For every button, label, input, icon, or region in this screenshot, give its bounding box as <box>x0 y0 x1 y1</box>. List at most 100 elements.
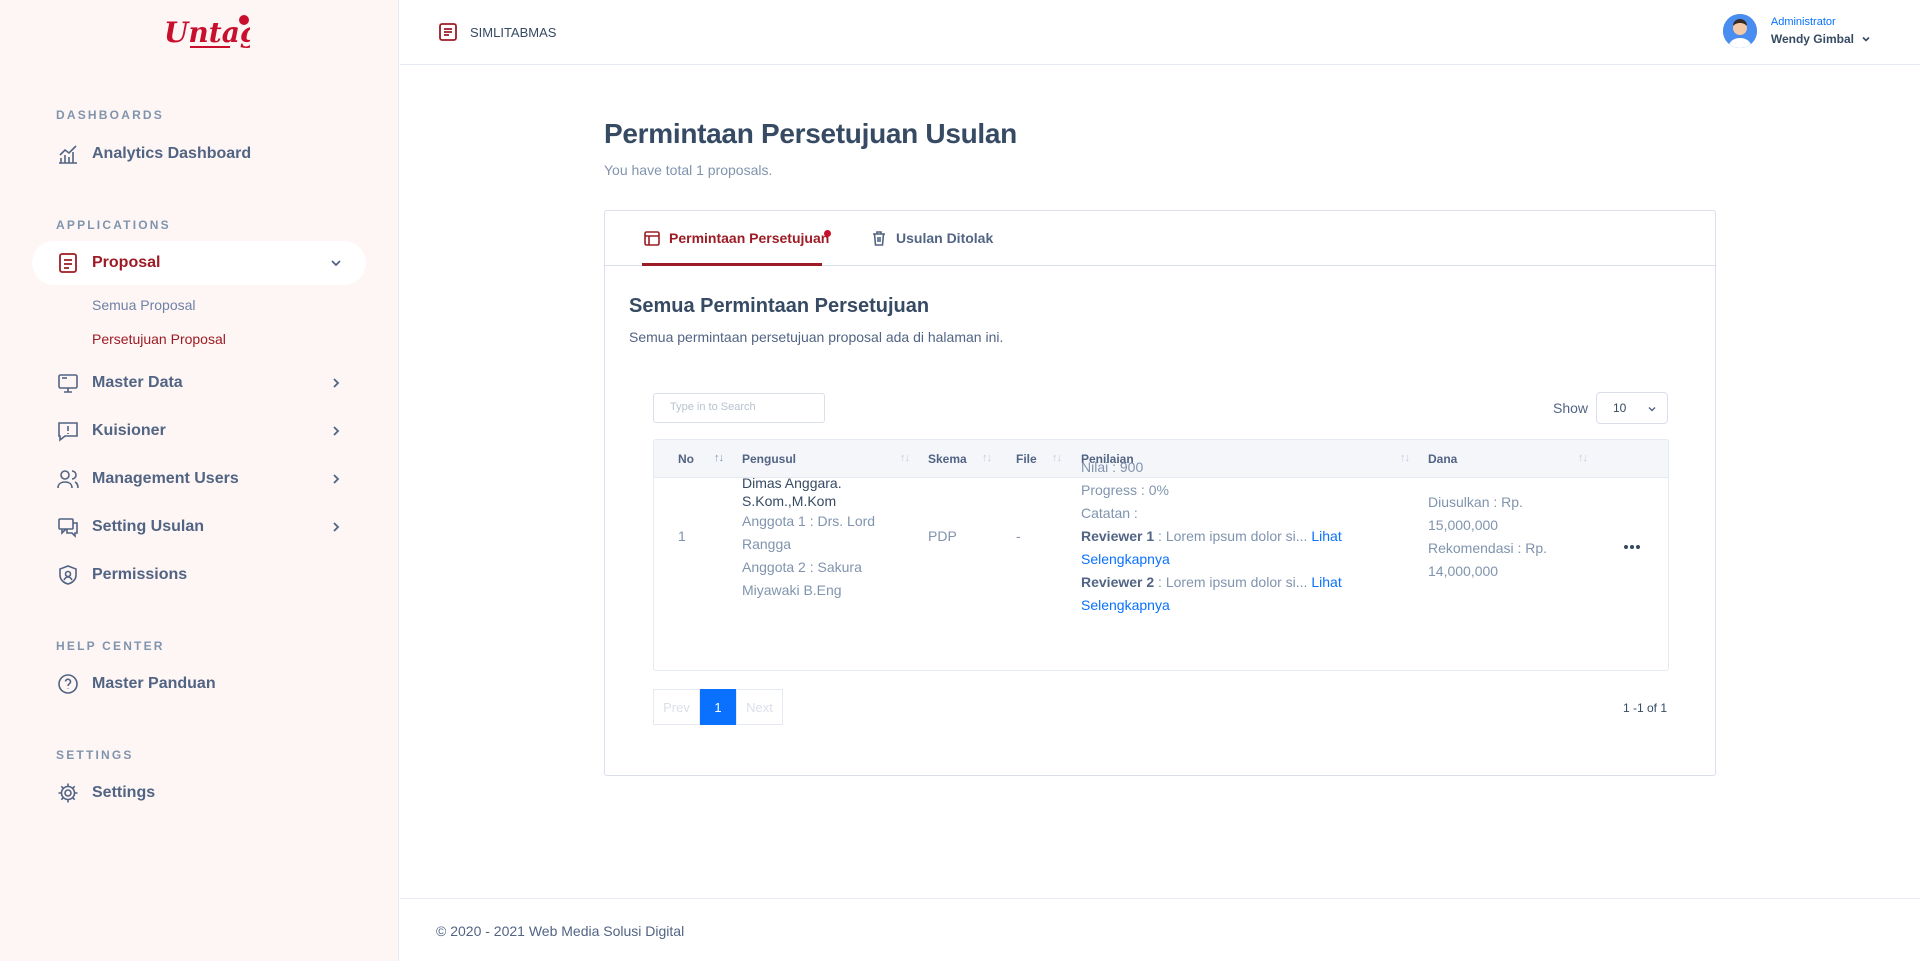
users-icon <box>56 467 80 491</box>
card-title: Semua Permintaan Persetujuan <box>629 295 930 317</box>
tab-usulan-ditolak[interactable]: Usulan Ditolak <box>870 229 993 247</box>
sidebar-item-master-data[interactable]: Master Data <box>32 361 366 405</box>
reviewer-1-link-lihat[interactable]: Lihat <box>1311 528 1341 544</box>
anggota-2-line2: Miyawaki B.Eng <box>742 582 842 598</box>
chevron-right-icon <box>333 426 340 436</box>
sidebar-item-label: Kuisioner <box>92 422 166 439</box>
user-role: Administrator <box>1770 16 1836 28</box>
section-help-center: HELP CENTER <box>56 639 165 653</box>
tab-label: Permintaan Persetujuan <box>669 230 830 246</box>
col-dana[interactable]: Dana <box>1428 452 1457 466</box>
section-dashboards: DASHBOARDS <box>56 108 165 122</box>
section-applications: APPLICATIONS <box>56 218 171 232</box>
avatar <box>1722 14 1757 48</box>
reviewer-2-link-lihat[interactable]: Lihat <box>1311 574 1341 590</box>
col-skema[interactable]: Skema <box>928 452 967 466</box>
shield-icon <box>56 563 80 587</box>
monitor-icon <box>56 371 80 395</box>
user-menu[interactable]: Administrator Wendy Gimbal <box>1722 14 1872 48</box>
sidebar-item-management-users[interactable]: Management Users <box>32 457 366 501</box>
pengusul-name-line1: Dimas Anggara. <box>742 475 842 491</box>
sort-icon[interactable]: ↑↓ <box>1578 452 1588 464</box>
sidebar-item-label: Analytics Dashboard <box>92 145 252 162</box>
sort-icon[interactable]: ↑↓ <box>714 452 724 464</box>
sidebar-subitem-persetujuan-proposal[interactable]: Persetujuan Proposal <box>92 331 226 347</box>
page-size-value: 10 <box>1613 401 1627 415</box>
col-file[interactable]: File <box>1016 452 1037 466</box>
document-icon <box>439 23 457 41</box>
more-actions-icon[interactable] <box>1622 537 1642 557</box>
sidebar-item-analytics[interactable]: Analytics Dashboard <box>32 132 366 176</box>
footer: © 2020 - 2021 Web Media Solusi Digital <box>400 898 1920 961</box>
anggota-2-line1: Anggota 2 : Sakura <box>742 559 862 575</box>
section-settings: SETTINGS <box>56 748 134 762</box>
rekomendasi-line1: Rekomendasi : Rp. <box>1428 540 1548 556</box>
reviewer-1-text: : Lorem ipsum dolor si... <box>1154 528 1312 544</box>
top-header: SIMLITABMAS Administrator Wendy Gimbal <box>400 0 1920 65</box>
page-title: Permintaan Persetujuan Usulan <box>604 118 1017 149</box>
col-no[interactable]: No <box>678 452 694 466</box>
sidebar-item-permissions[interactable]: Permissions <box>32 553 366 597</box>
user-name-text: Wendy Gimbal <box>1770 32 1854 46</box>
catatan: Catatan : <box>1081 505 1138 521</box>
trash-icon <box>873 231 885 246</box>
sort-icon[interactable]: ↑↓ <box>900 452 910 464</box>
chevron-right-icon <box>333 522 340 532</box>
calendar-icon <box>644 231 660 246</box>
chat-icon <box>56 515 80 539</box>
cell-skema: PDP <box>928 528 957 544</box>
next-button[interactable]: Next <box>736 689 783 725</box>
diusulkan-line1: Diusulkan : Rp. <box>1428 494 1523 510</box>
notification-dot <box>824 230 831 237</box>
reviewer-1-note: Reviewer 1 : Lorem ipsum dolor si... Lih… <box>1081 525 1361 548</box>
result-count: 1 -1 of 1 <box>1622 701 1667 715</box>
reviewer-2-note: Reviewer 2 : Lorem ipsum dolor si... Lih… <box>1081 571 1361 594</box>
sidebar-item-kuisioner[interactable]: Kuisioner <box>32 409 366 453</box>
page-subtitle: You have total 1 proposals. <box>604 162 773 178</box>
sidebar-item-label: Proposal <box>92 254 161 271</box>
approval-card: Permintaan Persetujuan Usulan Ditolak Se… <box>604 210 1716 776</box>
sort-icon[interactable]: ↑↓ <box>982 452 992 464</box>
search-input[interactable]: Type in to Search <box>653 393 825 423</box>
sidebar-item-master-panduan[interactable]: Master Panduan <box>32 662 366 706</box>
help-circle-icon <box>56 672 80 696</box>
sort-icon[interactable]: ↑↓ <box>1400 452 1410 464</box>
cell-dana: Diusulkan : Rp. 15,000,000 Rekomendasi :… <box>1428 491 1568 583</box>
app-name: SIMLITABMAS <box>470 24 557 40</box>
sidebar-subitem-semua-proposal[interactable]: Semua Proposal <box>92 297 196 313</box>
cell-pengusul: Dimas Anggara. S.Kom.,M.Kom Anggota 1 : … <box>742 474 892 602</box>
chart-icon <box>56 142 80 166</box>
copyright: © 2020 - 2021 Web Media Solusi Digital <box>436 923 685 939</box>
page-1-button[interactable]: 1 <box>700 689 736 725</box>
user-name: Wendy Gimbal <box>1771 32 1872 46</box>
show-label: Show <box>1553 400 1589 416</box>
nilai: Nilai : 900 <box>1081 459 1144 475</box>
prev-button[interactable]: Prev <box>653 689 700 725</box>
untag-logo[interactable]: Untag <box>160 10 250 54</box>
chevron-down-icon <box>1648 407 1656 412</box>
pengusul-name-line2: S.Kom.,M.Kom <box>742 493 837 509</box>
sidebar-item-proposal[interactable]: Proposal <box>32 241 366 285</box>
progress: Progress : 0% <box>1081 482 1169 498</box>
col-pengusul[interactable]: Pengusul <box>742 452 796 466</box>
app-brand[interactable]: SIMLITABMAS <box>438 22 556 42</box>
sidebar: Untag DASHBOARDS Analytics Dashboard APP… <box>0 0 399 961</box>
reviewer-1-label: Reviewer 1 <box>1081 528 1155 544</box>
pengusul-name: Dimas Anggara. S.Kom.,M.Kom <box>742 474 892 510</box>
page-size-select[interactable]: 10 <box>1596 392 1668 424</box>
tab-permintaan-persetujuan[interactable]: Permintaan Persetujuan <box>643 229 829 247</box>
pagination: Prev 1 Next <box>653 689 783 725</box>
sort-icon[interactable]: ↑↓ <box>1052 452 1062 464</box>
sidebar-item-setting-usulan[interactable]: Setting Usulan <box>32 505 366 549</box>
svg-text:Untag: Untag <box>164 16 250 49</box>
sidebar-item-label: Master Data <box>92 374 183 391</box>
reviewer-1-link-selengkapnya[interactable]: Selengkapnya <box>1081 548 1361 571</box>
proposal-table: No ↑↓ Pengusul ↑↓ Skema ↑↓ File ↑↓ Penil… <box>653 439 1669 671</box>
reviewer-2-text: : Lorem ipsum dolor si... <box>1154 574 1312 590</box>
sidebar-item-label: Master Panduan <box>92 675 216 692</box>
card-subtitle: Semua permintaan persetujuan proposal ad… <box>629 329 1004 345</box>
reviewer-2-link-selengkapnya[interactable]: Selengkapnya <box>1081 594 1361 617</box>
cell-no: 1 <box>678 528 686 544</box>
chevron-down-icon <box>1862 36 1870 42</box>
sidebar-item-settings[interactable]: Settings <box>32 771 366 815</box>
